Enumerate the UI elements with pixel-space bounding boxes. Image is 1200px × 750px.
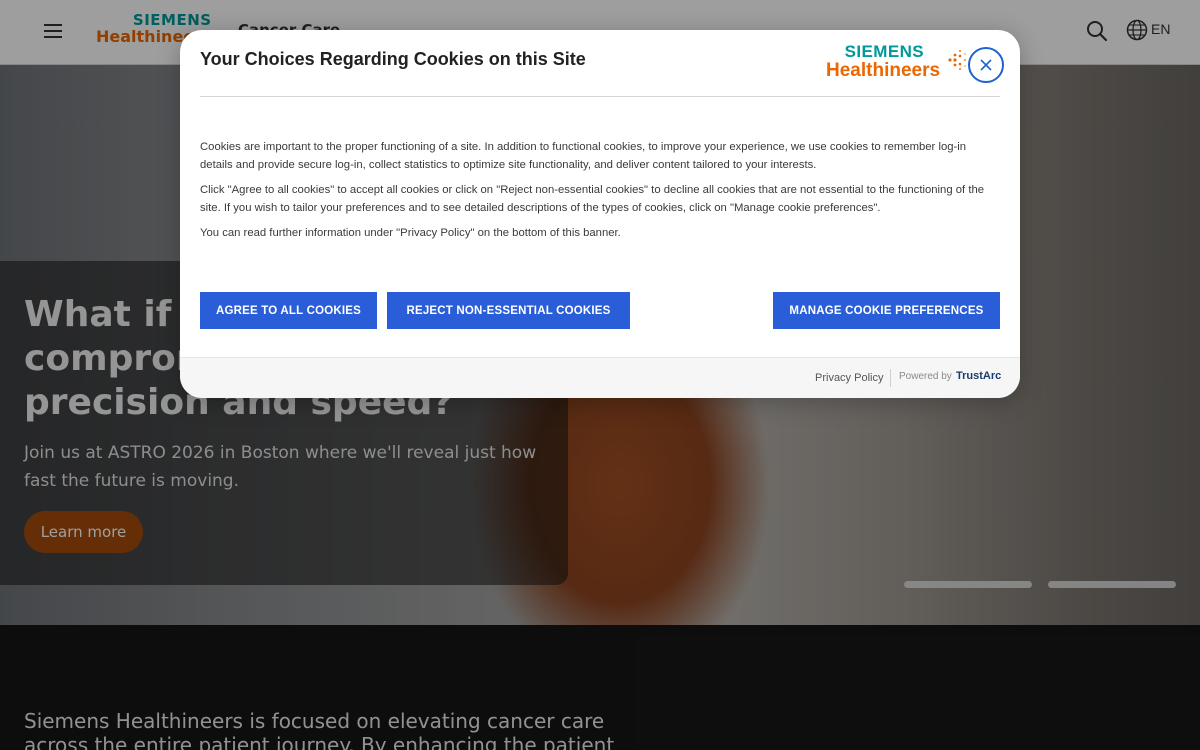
footer-divider bbox=[890, 369, 891, 387]
cookie-dialog-title: Your Choices Regarding Cookies on this S… bbox=[200, 49, 586, 69]
logo-siemens-text: SIEMENS bbox=[844, 42, 924, 61]
reject-non-essential-cookies-button[interactable]: REJECT NON-ESSENTIAL COOKIES bbox=[387, 292, 630, 329]
logo-healthineers-text: Healthineers bbox=[826, 60, 941, 81]
cookie-dialog-footer: Privacy Policy Powered by TrustArc bbox=[180, 357, 1020, 398]
cookie-paragraph-3: You can read further information under "… bbox=[200, 227, 621, 239]
close-icon bbox=[980, 59, 992, 71]
cookie-paragraph-2: Click "Agree to all cookies" to accept a… bbox=[200, 184, 985, 214]
dialog-divider bbox=[200, 96, 1000, 97]
manage-cookie-preferences-button[interactable]: MANAGE COOKIE PREFERENCES bbox=[773, 292, 1000, 329]
agree-all-cookies-button[interactable]: AGREE TO ALL COOKIES bbox=[200, 292, 377, 329]
logo-dots-icon bbox=[948, 49, 966, 71]
powered-by-label: Powered by bbox=[899, 371, 952, 382]
siemens-healthineers-logo: SIEMENS Healthineers bbox=[826, 42, 976, 82]
cookie-consent-dialog: Your Choices Regarding Cookies on this S… bbox=[180, 30, 1020, 398]
trustarc-link[interactable]: TrustArc bbox=[956, 370, 1001, 382]
cookie-dialog-body: Cookies are important to the proper func… bbox=[200, 138, 1000, 249]
cookie-paragraph-1: Cookies are important to the proper func… bbox=[200, 141, 967, 171]
privacy-policy-link[interactable]: Privacy Policy bbox=[815, 372, 883, 384]
close-button[interactable] bbox=[968, 47, 1004, 83]
